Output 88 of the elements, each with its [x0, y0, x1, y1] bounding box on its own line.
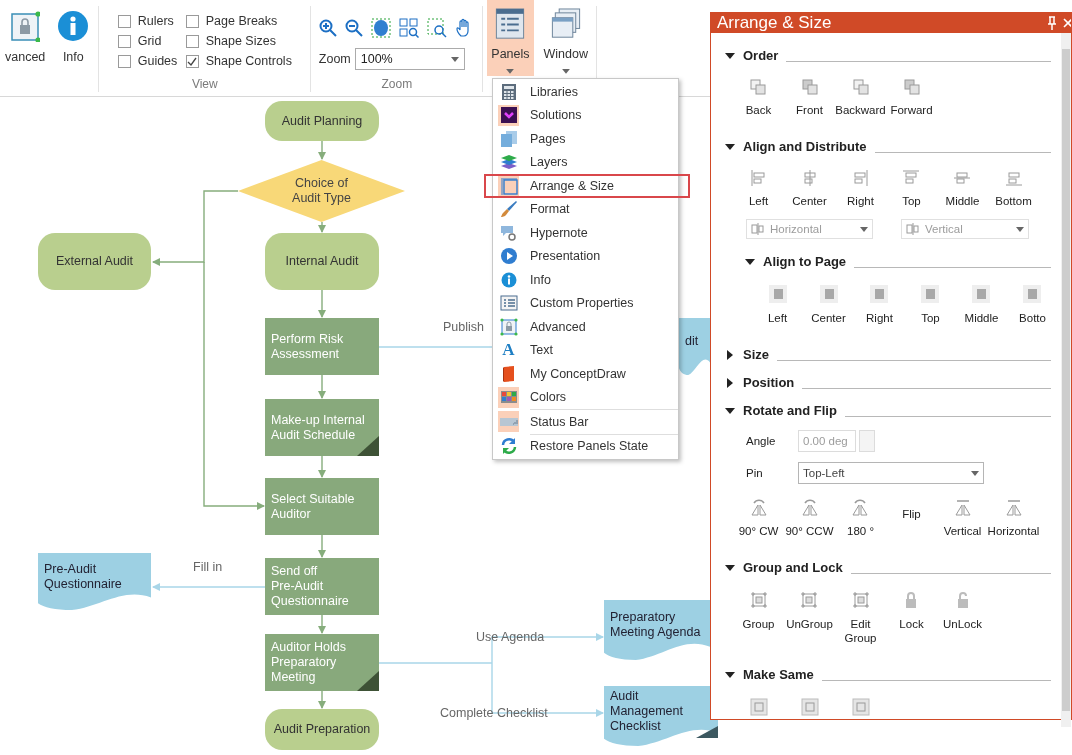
align-button[interactable]: Top — [902, 168, 921, 210]
menu-item[interactable]: Hypernote — [493, 221, 678, 245]
checkbox-option[interactable]: Grid — [117, 34, 186, 48]
ribbon-button[interactable]: vanced — [0, 6, 51, 78]
menu-item[interactable]: Restore Panels State — [493, 434, 678, 458]
align-button[interactable]: Middle — [945, 168, 980, 210]
align-button[interactable]: Center — [792, 168, 827, 210]
flip-button[interactable]: Vertical — [943, 496, 982, 540]
menu-item[interactable]: Layers — [493, 150, 678, 174]
group-button[interactable]: Group — [742, 589, 775, 647]
menu-item[interactable]: Presentation — [493, 244, 678, 268]
zoom-combobox[interactable]: 100% — [354, 48, 465, 70]
group-button[interactable]: Lock — [899, 589, 924, 647]
section-title: Align and Distribute — [743, 139, 867, 154]
menu-item[interactable]: Arrange & Size — [493, 174, 678, 198]
field-label: Angle — [746, 435, 777, 447]
ribbon-dropdown-button[interactable]: Window — [539, 0, 592, 76]
menu-item[interactable]: Custom Properties — [493, 291, 678, 315]
ribbon-button[interactable]: Info — [52, 6, 95, 78]
connector-label: Publish — [443, 320, 484, 334]
process-node: Make-up Internal Audit Schedule — [265, 399, 379, 456]
group-label: View — [191, 77, 218, 92]
connector-label: Fill in — [193, 560, 223, 574]
align-page-button[interactable]: Left — [767, 283, 788, 327]
process-node: Send off Pre-Audit Questionnaire — [265, 558, 379, 615]
align-page-button[interactable]: Botto — [1019, 283, 1046, 327]
menu-glyph: A — [501, 339, 516, 361]
flip-button[interactable]: Horizontal — [987, 496, 1040, 540]
checkbox-option[interactable]: Page Breaks — [185, 14, 292, 28]
rotate-button[interactable]: 180 ° — [847, 496, 874, 540]
group-label: Zoom — [381, 77, 413, 92]
process-node: Auditor Holds Preparatory Meeting — [265, 634, 379, 691]
ribbon-dropdown-button[interactable]: Panels — [487, 0, 534, 76]
connector-label: Use Agenda — [476, 630, 545, 644]
align-page-button[interactable]: Right — [866, 283, 893, 327]
checkbox-option[interactable]: Shape Controls — [185, 54, 292, 68]
menu-item[interactable]: Status Bar — [493, 410, 678, 434]
menu-item[interactable]: Format — [493, 197, 678, 221]
order-button[interactable]: Back — [745, 77, 772, 119]
group-button[interactable]: UnGroup — [786, 589, 833, 647]
section-title: Align to Page — [763, 254, 847, 269]
terminal-node: Internal Audit — [265, 233, 379, 290]
checkbox-option[interactable]: Rulers — [117, 14, 186, 28]
decision-node: Choice of Audit Type — [238, 160, 405, 222]
menu-item[interactable]: Advanced — [493, 315, 678, 339]
align-button[interactable]: Right — [847, 168, 874, 210]
zoom-label: Zoom — [318, 51, 351, 67]
menu-item[interactable]: Info — [493, 268, 678, 292]
menu-item[interactable]: Solutions — [493, 103, 678, 127]
menu-item[interactable]: Pages — [493, 127, 678, 151]
section-title: Rotate and Flip — [743, 403, 837, 418]
align-button[interactable]: Left — [748, 168, 769, 210]
group-button[interactable]: Edit Group — [840, 589, 881, 647]
align-page-button[interactable]: Center — [811, 283, 846, 327]
section-title: Make Same — [743, 667, 814, 682]
section-title: Position — [743, 375, 795, 390]
panel-title: Arrange & Size — [717, 13, 833, 33]
order-button[interactable]: Forward — [890, 77, 933, 119]
document-node: dit — [679, 318, 710, 375]
document-node: Audit Management Checklist — [604, 686, 718, 746]
order-button[interactable]: Backward — [835, 77, 886, 119]
align-page-button[interactable]: Middle — [964, 283, 999, 327]
menu-item[interactable]: Colors — [493, 385, 678, 409]
field-label: Pin — [746, 467, 764, 479]
terminal-node: External Audit — [38, 233, 151, 290]
menu-item[interactable]: A Text — [493, 338, 678, 362]
checkbox-option[interactable]: Shape Sizes — [185, 34, 292, 48]
flip-label: Flip — [902, 508, 921, 520]
connector-label: Complete Checklist — [440, 706, 548, 720]
rotate-button[interactable]: 90° CW — [738, 496, 779, 540]
section-title: Group and Lock — [743, 560, 843, 575]
section-title: Size — [743, 347, 769, 362]
process-node: Perform Risk Assessment — [265, 318, 379, 375]
terminal-node: Audit Planning — [265, 101, 379, 141]
document-node: Pre-Audit Questionnaire — [38, 553, 151, 610]
menu-item[interactable]: My ConceptDraw — [493, 362, 678, 386]
align-page-button[interactable]: Top — [921, 283, 940, 327]
align-button[interactable]: Bottom — [995, 168, 1032, 210]
document-node: Preparatory Meeting Agenda — [604, 600, 710, 660]
checkbox-option[interactable]: Guides — [117, 54, 186, 68]
section-title: Order — [743, 48, 779, 63]
pin-dropdown[interactable]: Top-Left — [798, 462, 984, 484]
order-button[interactable]: Front — [796, 77, 823, 119]
menu-item[interactable]: Libraries — [493, 80, 678, 104]
rotate-button[interactable]: 90° CCW — [785, 496, 834, 540]
terminal-node: Audit Preparation — [265, 709, 379, 750]
process-node: Select Suitable Auditor — [265, 478, 379, 535]
group-button[interactable]: UnLock — [943, 589, 982, 647]
